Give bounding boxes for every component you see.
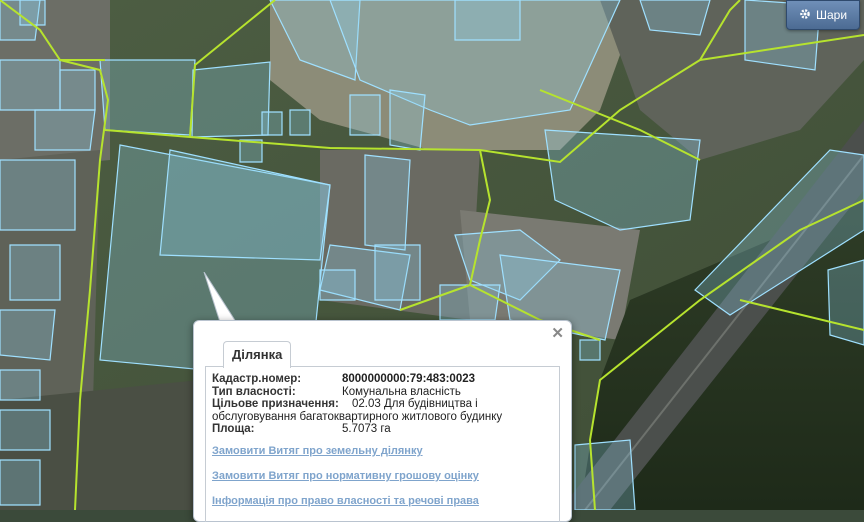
gear-icon [799,8,811,23]
ownership-info-link[interactable]: Інформація про право власності та речові… [212,495,479,507]
tab-parcel[interactable]: Ділянка [223,341,292,368]
parcel-popup: ✕ Ділянка Кадастр.номер: 8000000000:79:4… [193,320,572,522]
order-valuation-link[interactable]: Замовити Витяг про нормативну грошову оц… [212,470,479,482]
cadastral-label: Кадастр.номер: [212,373,302,385]
close-icon[interactable]: ✕ [551,326,564,341]
popup-pointer [203,272,237,323]
order-extract-link[interactable]: Замовити Витяг про земельну ділянку [212,445,479,457]
ownership-label: Тип власності: [212,385,296,398]
purpose-label: Цільове призначення: [212,398,339,410]
area-row: Площа: 5.7073 га [212,423,502,436]
area-label: Площа: [212,423,255,435]
cadastral-value: 8000000000:79:483:0023 [342,373,476,385]
popup-links: Замовити Витяг про земельну ділянку Замо… [212,445,479,520]
cadastral-row: Кадастр.номер: 8000000000:79:483:0023 [212,373,502,386]
ownership-row: Тип власності: Комунальна власність [212,386,502,399]
parcel-fields: Кадастр.номер: 8000000000:79:483:0023 Ти… [212,373,502,436]
purpose-row: Цільове призначення: 02.03 Для будівницт… [212,398,502,411]
purpose-value-continued: обслуговування багатоквартирного житлово… [212,410,503,423]
purpose-value: 02.03 Для будівництва і [352,398,478,410]
layers-button[interactable]: Шари [786,0,860,30]
area-value: 5.7073 га [342,423,391,435]
layers-button-label: Шари [815,8,848,22]
ownership-value: Комунальна власність [342,385,461,398]
